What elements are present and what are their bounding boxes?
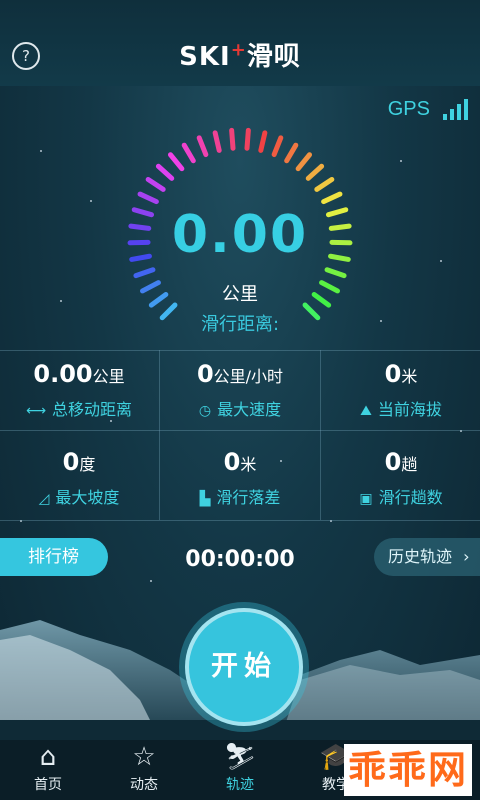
header: ? SKI+滑呗 (0, 0, 480, 86)
gauge-tick (167, 152, 185, 172)
distance-unit: 公里 (222, 284, 258, 305)
gps-label: GPS (387, 97, 430, 120)
gauge-tick (271, 135, 284, 158)
nav-feed[interactable]: ☆ 动态 (96, 740, 192, 800)
runs-icon: ▣ (359, 491, 373, 507)
stat-drop: 0米 ▙ 滑行落差 (161, 438, 319, 518)
gauge-tick (284, 142, 299, 164)
star-icon: ☆ (132, 742, 156, 772)
gps-status: GPS (388, 94, 468, 124)
stat-runs: 0趟 ▣ 滑行趟数 (322, 438, 480, 518)
stat-unit: 米 (401, 367, 418, 386)
signal-bars-icon (440, 98, 468, 120)
gauge-tick (321, 191, 343, 205)
history-track-button[interactable]: 历史轨迹 › (374, 538, 480, 576)
stat-max-speed: 0公里/小时 ◷ 最大速度 (161, 350, 319, 430)
gauge-tick (258, 130, 268, 153)
speed-icon: ◷ (198, 403, 212, 419)
stat-label: 最大坡度 (55, 488, 120, 507)
app-logo: SKI+滑呗 (0, 36, 480, 73)
stat-unit: 公里 (92, 367, 125, 386)
gauge-tick (137, 191, 159, 205)
nav-label: 动态 (130, 777, 158, 793)
stat-unit: 度 (79, 455, 96, 474)
stat-value: 0 (384, 448, 402, 476)
stat-unit: 趟 (401, 455, 418, 474)
stat-unit: 米 (240, 455, 257, 474)
stat-label: 滑行落差 (216, 488, 281, 507)
stat-label: 总移动距离 (52, 400, 133, 419)
stat-label: 当前海拔 (377, 400, 442, 419)
gauge-tick (295, 152, 313, 172)
gauge-tick (305, 163, 325, 181)
gauge-tick (314, 176, 335, 192)
stat-value: 0 (196, 360, 214, 388)
distance-icon: ⟷ (25, 403, 47, 419)
stat-total-distance: 0.00公里 ⟷ 总移动距离 (0, 350, 158, 430)
skier-icon: ⛷ (223, 742, 257, 772)
stats-grid: 0.00公里 ⟷ 总移动距离 0公里/小时 ◷ 最大速度 0米 ⛰ 当前海拔 0度 ◿… (0, 350, 480, 521)
gauge-tick (181, 142, 196, 164)
start-button[interactable]: 开始 (185, 608, 303, 726)
stat-value: 0 (62, 448, 80, 476)
home-icon: ⌂ (39, 742, 57, 772)
history-label: 历史轨迹 (388, 547, 453, 566)
gauge-tick (145, 176, 166, 192)
stat-label: 最大速度 (217, 400, 282, 419)
nav-label: 轨迹 (226, 777, 254, 793)
stat-label: 滑行趟数 (378, 488, 443, 507)
gauge-tick (244, 127, 251, 151)
altitude-icon: ⛰ (360, 403, 372, 419)
gauge-tick (155, 163, 175, 181)
logo-ski: SKI (179, 42, 231, 72)
stat-value: 0 (384, 360, 402, 388)
nav-label: 首页 (34, 777, 62, 793)
nav-home[interactable]: ⌂ 首页 (0, 740, 96, 800)
logo-plus: + (230, 39, 247, 61)
slope-icon: ◿ (38, 491, 50, 507)
gauge-tick (133, 267, 156, 279)
gauge-label: 滑行距离: (200, 314, 280, 335)
stat-current-altitude: 0米 ⛰ 当前海拔 (322, 350, 480, 430)
site-watermark: 乖乖网 (343, 744, 472, 796)
logo-cn: 滑呗 (246, 42, 301, 72)
nav-track[interactable]: ⛷ 轨迹 (192, 740, 288, 800)
stat-max-slope: 0度 ◿ 最大坡度 (0, 438, 158, 518)
distance-value: 0.00 (171, 205, 309, 265)
stat-value: 0.00 (33, 360, 93, 388)
gauge-tick (212, 130, 222, 153)
stat-unit: 公里/小时 (213, 367, 284, 386)
gauge-tick (196, 135, 209, 158)
drop-icon: ▙ (199, 491, 211, 507)
gauge-tick (324, 267, 347, 279)
stat-value: 0 (223, 448, 241, 476)
chevron-right-icon: › (463, 547, 470, 566)
gauge-tick (229, 127, 236, 151)
